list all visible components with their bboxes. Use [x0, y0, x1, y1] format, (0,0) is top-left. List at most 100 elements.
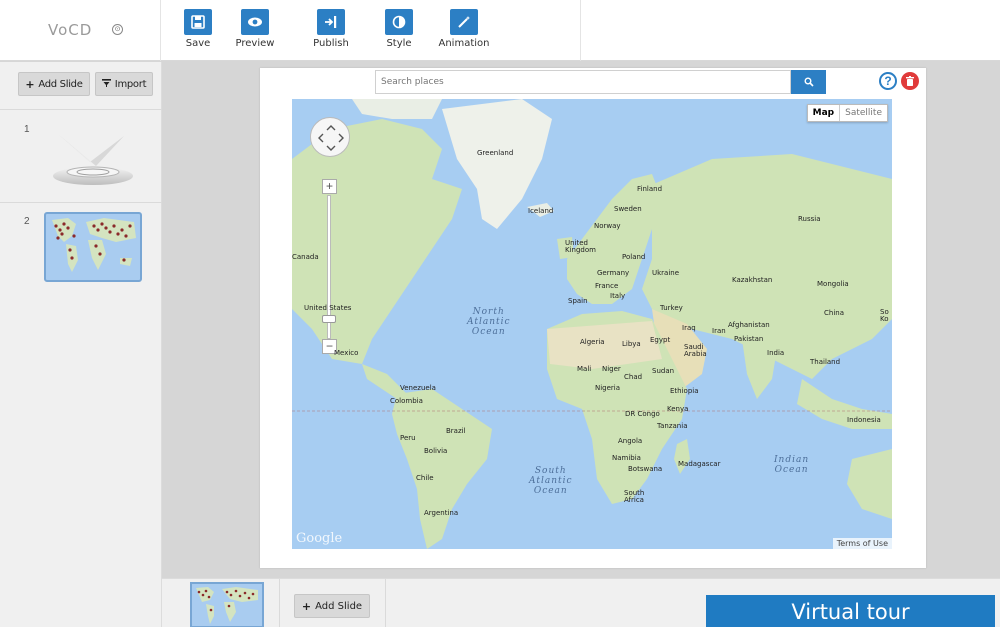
style-label: Style	[386, 38, 412, 49]
country-label: Greenland	[477, 149, 514, 157]
publish-button[interactable]: Publish	[301, 9, 361, 49]
eye-icon	[241, 9, 269, 35]
add-slide-button[interactable]: + Add Slide	[18, 72, 90, 96]
zoom-slider-handle[interactable]	[322, 315, 336, 323]
map-type-satellite[interactable]: Satellite	[839, 105, 887, 121]
magic-wand-icon	[450, 9, 478, 35]
country-label: Canada	[292, 253, 319, 261]
world-map-thumbnail	[196, 587, 258, 624]
sidebar-divider	[0, 202, 162, 203]
app-logo[interactable]: VoCD	[48, 21, 92, 39]
country-label: Algeria	[580, 338, 605, 346]
ocean-label: North Atlantic Ocean	[467, 307, 511, 337]
slide-number: 1	[24, 124, 30, 135]
country-label: So Ko	[880, 308, 889, 323]
country-label: Mali	[577, 365, 592, 373]
country-label: Afghanistan	[728, 321, 770, 329]
style-button[interactable]: Style	[369, 9, 429, 49]
delete-button[interactable]	[901, 72, 919, 90]
save-label: Save	[185, 38, 211, 49]
country-label: France	[595, 282, 619, 290]
country-label: Angola	[618, 437, 643, 445]
search-button[interactable]	[791, 70, 826, 94]
country-label: Nigeria	[595, 384, 621, 392]
country-label: Russia	[798, 215, 821, 223]
country-label: Colombia	[390, 397, 423, 405]
world-map-thumbnail	[52, 218, 136, 272]
country-label: Namibia	[612, 454, 641, 462]
zoom-in-button[interactable]: +	[322, 179, 337, 194]
google-logo: Google	[296, 531, 343, 546]
terms-of-use-link[interactable]: Terms of Use	[832, 538, 892, 549]
country-label: Sweden	[614, 205, 642, 213]
country-label: Mongolia	[817, 280, 849, 288]
country-label: United Kingdom	[565, 239, 596, 254]
ocean-label: South Atlantic Ocean	[529, 466, 573, 496]
bottom-add-slide-label: Add Slide	[315, 600, 363, 612]
country-label: Brazil	[446, 427, 466, 435]
slide-sidebar: + Add Slide Import 1 2	[0, 62, 162, 627]
bottom-slide-thumbnail[interactable]	[190, 582, 264, 627]
publish-label: Publish	[313, 38, 349, 49]
save-button[interactable]: Save	[168, 9, 228, 49]
country-label: Egypt	[650, 336, 671, 344]
pan-control[interactable]	[310, 117, 350, 157]
logo-menu-icon[interactable]: ⊙	[112, 24, 123, 35]
plus-icon: +	[25, 77, 35, 91]
bottom-divider	[385, 579, 386, 627]
slide-thumbnail-1[interactable]	[44, 124, 142, 194]
country-label: Turkey	[660, 304, 683, 312]
google-map[interactable]: Map Satellite + − Greenland Iceland Finl…	[292, 99, 892, 549]
import-label: Import	[114, 78, 147, 90]
country-label: Botswana	[628, 465, 663, 473]
contrast-icon	[385, 9, 413, 35]
country-label: Bolivia	[424, 447, 448, 455]
help-button[interactable]: ?	[879, 72, 897, 90]
country-label: Ethiopia	[670, 387, 699, 395]
country-label: Iraq	[682, 324, 696, 332]
country-label: United States	[304, 304, 352, 312]
country-label: South Africa	[624, 489, 645, 504]
plus-icon: +	[301, 599, 312, 613]
bottom-add-slide-button[interactable]: + Add Slide	[294, 594, 370, 618]
country-label: Iceland	[528, 207, 554, 215]
trash-icon	[906, 76, 914, 86]
country-label: Peru	[400, 434, 416, 442]
toolbar: Save Preview Publish Style Animation	[161, 0, 581, 61]
country-label: Sudan	[652, 367, 675, 375]
pan-arrows-icon	[318, 125, 344, 151]
import-button[interactable]: Import	[95, 72, 153, 96]
country-label: Iran	[712, 327, 726, 335]
country-label: Indonesia	[847, 416, 881, 424]
slide-canvas: ?	[260, 68, 926, 568]
top-bar: VoCD ⊙ Save Preview Publish Style Animat…	[0, 0, 1000, 61]
country-label: Italy	[610, 292, 626, 300]
animation-button[interactable]: Animation	[434, 9, 494, 49]
country-label: Kenya	[667, 405, 689, 413]
country-label: Spain	[568, 297, 588, 305]
slide-number: 2	[24, 216, 30, 227]
filter-icon	[101, 78, 111, 90]
add-slide-label: Add Slide	[38, 78, 83, 90]
search-icon	[804, 77, 814, 87]
search-places-input[interactable]	[375, 70, 791, 94]
country-label: China	[824, 309, 844, 317]
logo-area: VoCD ⊙	[0, 0, 161, 61]
country-label: Pakistan	[734, 335, 764, 343]
country-label: Venezuela	[400, 384, 436, 392]
bottom-divider	[279, 579, 280, 627]
country-label: India	[767, 349, 785, 357]
country-label: Libya	[622, 340, 641, 348]
country-label: Ukraine	[652, 269, 680, 277]
preview-button[interactable]: Preview	[225, 9, 285, 49]
virtual-tour-banner: Virtual tour	[706, 595, 995, 627]
ocean-label: Indian Ocean	[774, 455, 810, 475]
slide-thumbnail-2[interactable]	[44, 212, 142, 282]
preview-label: Preview	[235, 38, 275, 49]
country-label: DR Congo	[625, 410, 660, 418]
country-label: Madagascar	[678, 460, 721, 468]
country-label: Kazakhstan	[732, 276, 773, 284]
country-label: Chad	[624, 373, 643, 381]
map-type-map[interactable]: Map	[808, 105, 839, 121]
country-label: Argentina	[424, 509, 459, 517]
